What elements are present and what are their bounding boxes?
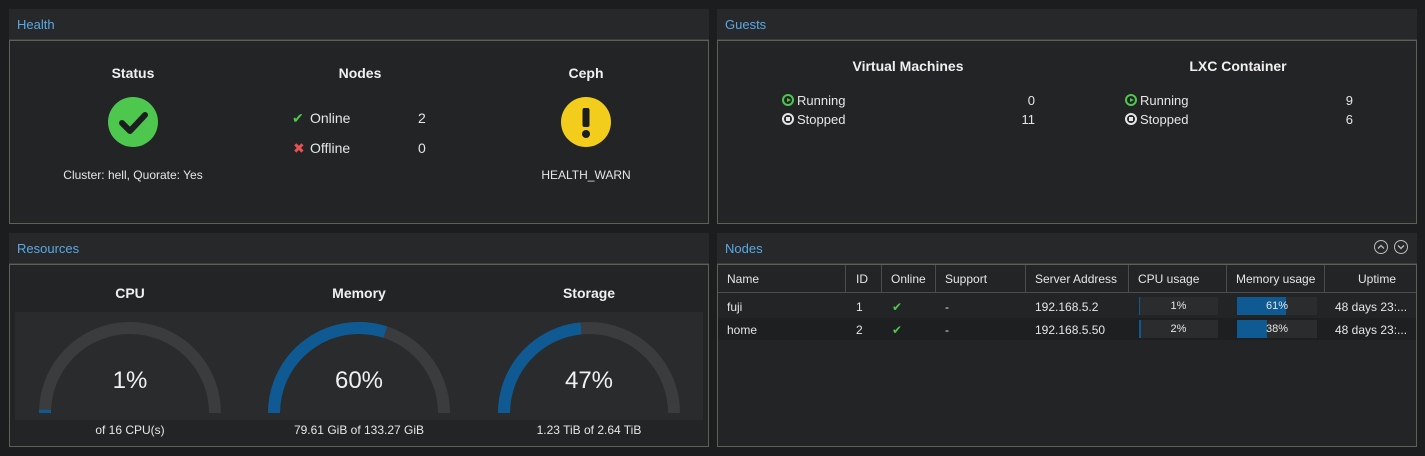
online-label: Online xyxy=(310,110,351,126)
cpu-heading: CPU xyxy=(115,285,145,301)
vm-running-count: 0 xyxy=(1027,93,1035,108)
online-check-icon: ✔ xyxy=(892,300,903,314)
nodes-table-header: Name ID Online Support Server Address CP… xyxy=(718,265,1416,293)
node-uptime: 48 days 23:... xyxy=(1335,323,1408,337)
vm-stopped-count: 11 xyxy=(1021,112,1036,127)
ceph-status-text: HEALTH_WARN xyxy=(541,168,631,182)
cpu-usage-text: 1% xyxy=(1170,300,1187,312)
col-name[interactable]: Name xyxy=(727,272,759,286)
table-row[interactable]: home 2 ✔ - 192.168.5.50 2% 38% 48 days 2… xyxy=(718,318,1416,340)
status-heading: Status xyxy=(111,65,155,81)
memory-sub: 79.61 GiB of 133.27 GiB xyxy=(293,423,425,437)
vm-stopped-icon xyxy=(782,113,794,125)
node-support: - xyxy=(945,323,949,337)
guests-title: Guests xyxy=(725,17,767,32)
cpu-usage-bar: 2% xyxy=(1139,320,1218,338)
online-check-icon: ✔ xyxy=(892,323,903,337)
storage-value: 47% xyxy=(564,367,614,394)
check-circle-icon xyxy=(108,97,158,147)
offline-count: 0 xyxy=(418,140,426,156)
node-name: fuji xyxy=(727,300,743,314)
vm-heading: Virtual Machines xyxy=(852,58,964,74)
lxc-running-label: Running xyxy=(1140,93,1189,108)
exclamation-circle-icon[interactable] xyxy=(561,97,611,147)
resources-header: Resources xyxy=(9,233,709,264)
nodes-heading: Nodes xyxy=(338,65,382,81)
nodes-panel: Nodes Name ID Online Support Server Addr… xyxy=(717,233,1417,447)
lxc-running-count: 9 xyxy=(1345,93,1353,108)
table-row[interactable]: fuji 1 ✔ - 192.168.5.2 1% 61% 48 days 23… xyxy=(718,295,1416,317)
ceph-heading: Ceph xyxy=(568,65,604,81)
health-body: Status Cluster: hell, Quorate: Yes Nodes… xyxy=(9,40,709,224)
vm-stopped-label: Stopped xyxy=(797,112,846,127)
node-address: 192.168.5.50 xyxy=(1035,323,1106,337)
resources-body: CPU 1% of 16 CPU(s) Memory 60% 79.61 GiB… xyxy=(9,264,709,447)
online-count: 2 xyxy=(418,110,426,126)
guests-header: Guests xyxy=(717,9,1417,40)
offline-x-icon: ✖ xyxy=(293,140,305,156)
online-check-icon: ✔ xyxy=(292,110,304,126)
cpu-usage-bar: 1% xyxy=(1139,297,1218,315)
guests-body: Virtual Machines Running 0 Stopped 11 LX… xyxy=(717,40,1417,224)
col-uptime[interactable]: Uptime xyxy=(1358,272,1396,286)
collapse-up-icon[interactable] xyxy=(1374,240,1388,254)
resources-title: Resources xyxy=(17,241,80,256)
col-id[interactable]: ID xyxy=(856,272,868,286)
lxc-running-icon xyxy=(1125,94,1137,106)
node-address: 192.168.5.2 xyxy=(1035,300,1099,314)
vm-running-icon xyxy=(782,94,794,106)
guests-panel: Guests Virtual Machines Running 0 Stoppe… xyxy=(717,9,1417,224)
expand-down-icon[interactable] xyxy=(1394,240,1408,254)
memory-usage-text: 61% xyxy=(1265,300,1289,312)
storage-heading: Storage xyxy=(562,285,616,301)
node-uptime: 48 days 23:... xyxy=(1335,300,1408,314)
storage-sub: 1.23 TiB of 2.64 TiB xyxy=(536,423,642,437)
health-title: Health xyxy=(17,17,55,32)
memory-heading: Memory xyxy=(332,285,386,301)
nodes-body: Name ID Online Support Server Address CP… xyxy=(717,264,1417,447)
node-id: 1 xyxy=(856,300,863,314)
node-id: 2 xyxy=(856,323,863,337)
memory-value: 60% xyxy=(334,367,384,394)
node-support: - xyxy=(945,300,949,314)
node-name: home xyxy=(727,323,758,337)
health-panel: Health Status Cluster: hell, Quorate: Ye… xyxy=(9,9,709,224)
cpu-value: 1% xyxy=(112,367,148,394)
cpu-sub: of 16 CPU(s) xyxy=(95,423,165,437)
lxc-heading: LXC Container xyxy=(1189,58,1287,74)
lxc-stopped-icon xyxy=(1125,113,1137,125)
health-header: Health xyxy=(9,9,709,40)
cpu-usage-text: 2% xyxy=(1170,323,1187,335)
col-support[interactable]: Support xyxy=(945,272,987,286)
vm-running-label: Running xyxy=(797,93,846,108)
nodes-title: Nodes xyxy=(725,241,763,256)
col-cpu-usage[interactable]: CPU usage xyxy=(1138,272,1199,286)
nodes-header: Nodes xyxy=(717,233,1417,264)
memory-usage-bar: 38% xyxy=(1237,320,1317,338)
memory-usage-bar: 61% xyxy=(1237,297,1317,315)
resources-panel: Resources CPU 1% of 16 CPU(s) Memory 60%… xyxy=(9,233,709,447)
col-server-address[interactable]: Server Address xyxy=(1035,272,1117,286)
lxc-stopped-count: 6 xyxy=(1345,112,1353,127)
lxc-stopped-label: Stopped xyxy=(1140,112,1189,127)
memory-usage-text: 38% xyxy=(1265,323,1289,335)
col-memory-usage[interactable]: Memory usage xyxy=(1236,272,1315,286)
offline-label: Offline xyxy=(310,140,351,156)
status-text: Cluster: hell, Quorate: Yes xyxy=(63,168,203,182)
col-online[interactable]: Online xyxy=(891,272,926,286)
